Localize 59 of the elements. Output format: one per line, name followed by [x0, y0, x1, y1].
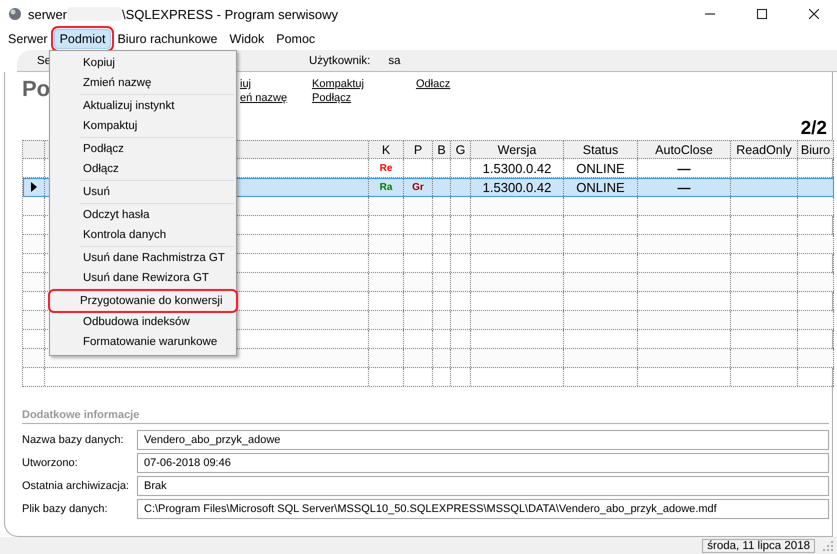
- column-header[interactable]: Wersja: [471, 141, 564, 158]
- menu-item[interactable]: Kontrola danych: [53, 225, 233, 245]
- menu-item[interactable]: Serwer: [2, 29, 54, 49]
- table-cell: ONLINE: [576, 180, 625, 194]
- app-icon: [8, 7, 22, 21]
- text-field[interactable]: 07-06-2018 09:46: [137, 453, 829, 473]
- tag: Gr: [412, 182, 424, 192]
- text-field[interactable]: Brak: [137, 476, 829, 496]
- menu-item[interactable]: Aktualizuj instynkt: [53, 96, 233, 116]
- table-cell: —: [678, 160, 690, 176]
- menu-item[interactable]: Odczyt hasła: [53, 205, 233, 225]
- link[interactable]: iuj: [240, 78, 252, 90]
- table-cell: —: [678, 180, 690, 194]
- column-header[interactable]: B: [433, 141, 451, 158]
- column-header[interactable]: Biuro: [798, 141, 834, 158]
- column-header[interactable]: ReadOnly: [731, 141, 798, 158]
- window-title: \SQLEXPRESS - Program serwisowy: [122, 6, 338, 22]
- date-panel: środa, 11 lipca 2018: [702, 538, 815, 552]
- link[interactable]: Podłącz: [312, 92, 352, 104]
- link[interactable]: Kompaktuj: [312, 78, 364, 90]
- text-field[interactable]: Vendero_abo_przyk_adowe: [137, 430, 829, 450]
- field-label: Utworzono:: [22, 457, 79, 469]
- menu-item[interactable]: Przygotowanie do konwersji: [50, 291, 236, 311]
- menu-item[interactable]: Biuro rachunkowe: [111, 29, 224, 49]
- column-header[interactable]: P: [404, 141, 433, 158]
- column-header[interactable]: Status: [564, 141, 638, 158]
- field-label: Plik bazy danych:: [22, 503, 109, 515]
- menu-item[interactable]: Kopiuj: [53, 53, 233, 73]
- tag: Re: [380, 162, 392, 174]
- menu-item[interactable]: Usuń dane Rachmistrza GT: [53, 248, 233, 268]
- row-pointer-icon: [30, 182, 36, 192]
- menu-item[interactable]: Pomoc: [270, 29, 322, 49]
- table-cell: ONLINE: [576, 160, 625, 176]
- page-heading: Po: [22, 76, 50, 101]
- menu-item[interactable]: Formatowanie warunkowe: [53, 332, 233, 352]
- resize-grip-icon[interactable]: [823, 540, 833, 550]
- menu-item[interactable]: Kompaktuj: [53, 116, 233, 136]
- menu-item[interactable]: Usuń dane Rewizora GT: [53, 268, 233, 288]
- table-cell: 1.5300.0.42: [482, 180, 552, 194]
- menu-item[interactable]: Odłącz: [53, 159, 233, 179]
- column-header[interactable]: AutoClose: [638, 141, 731, 158]
- text-field[interactable]: C:\Program Files\Microsoft SQL Server\MSSQL10_50.SQLEXPRESS\MSSQL\DATA\Vendero_abo_przyk_adowe.mdf: [137, 499, 829, 519]
- menu-item[interactable]: Zmień nazwę: [53, 73, 233, 93]
- table-cell: 1.5300.0.42: [482, 160, 552, 176]
- field-label: Ostatnia archiwizacja:: [22, 480, 130, 492]
- link[interactable]: Odłacz: [416, 78, 450, 90]
- column-header[interactable]: G: [451, 141, 471, 158]
- field-label: Nazwa bazy danych:: [22, 434, 124, 446]
- user-label: Użytkownik:: [309, 54, 370, 66]
- menu-item[interactable]: Widok: [224, 29, 270, 49]
- tag: Ra: [380, 182, 392, 192]
- link[interactable]: eń nazwę: [240, 92, 288, 104]
- record-count: 2/2: [800, 118, 827, 140]
- column-header[interactable]: K: [369, 141, 404, 158]
- user-value: sa: [388, 54, 401, 66]
- section-title: Dodatkowe informacje: [22, 409, 829, 424]
- menu-item[interactable]: Podmiot: [54, 29, 112, 49]
- menu-item[interactable]: Podłącz: [53, 139, 233, 159]
- window-title: serwer: [28, 6, 68, 22]
